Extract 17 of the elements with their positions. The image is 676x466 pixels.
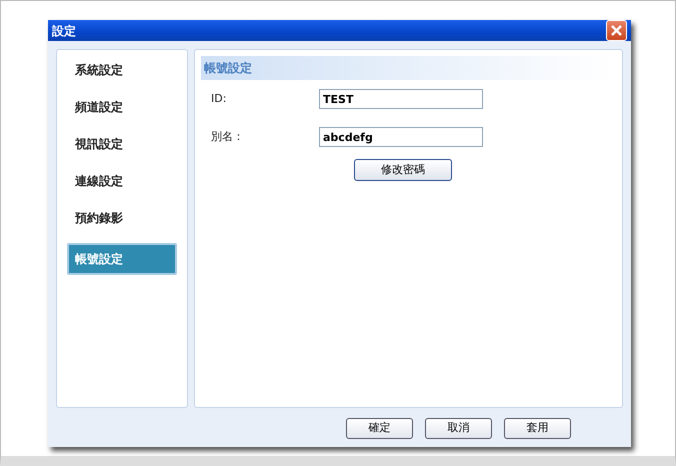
close-button[interactable]: [606, 20, 627, 41]
sidebar-item[interactable]: 帳號設定: [67, 243, 177, 275]
sidebar-item[interactable]: 頻道設定: [67, 95, 177, 119]
sidebar-item[interactable]: 連線設定: [67, 169, 177, 193]
dialog-button[interactable]: 確定: [346, 418, 413, 439]
sidebar-item[interactable]: 視訊設定: [67, 132, 177, 156]
field-label: ID:: [211, 90, 228, 107]
sidebar-item[interactable]: 系統設定: [67, 58, 177, 82]
input-field[interactable]: abcdefg: [319, 127, 483, 147]
dialog-button[interactable]: 取消: [425, 418, 492, 439]
change-password-button[interactable]: 修改密碼: [354, 159, 452, 182]
window-title: 設定: [52, 22, 76, 40]
field-label: 別名：: [211, 128, 245, 145]
close-icon: [610, 24, 623, 37]
input-field[interactable]: TEST: [319, 89, 483, 109]
sidebar-item[interactable]: 預約錄影: [67, 206, 177, 230]
dialog-button[interactable]: 套用: [504, 418, 571, 439]
